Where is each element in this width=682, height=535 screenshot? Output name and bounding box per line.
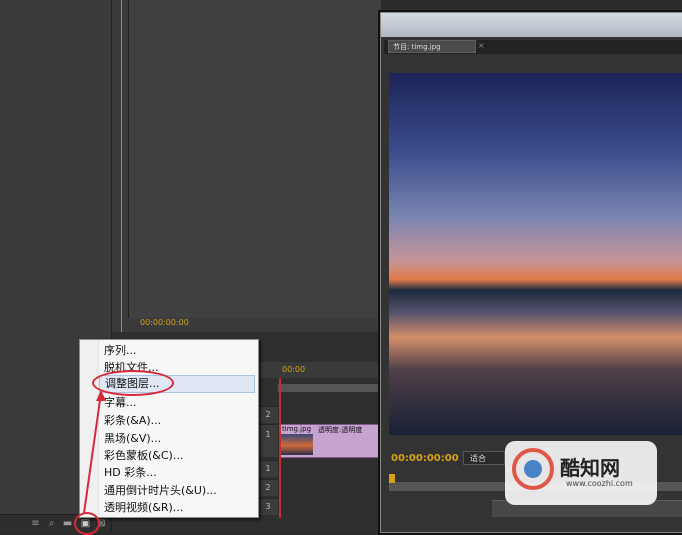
source-timecode[interactable]: 00:00:00:00 — [140, 318, 189, 327]
menu-item-countdown-leader[interactable]: 通用倒计时片头(&U)... — [99, 482, 255, 500]
annotation-circle-button — [74, 512, 100, 535]
menu-item-bars-and-tone[interactable]: 彩条(&A)... — [99, 412, 255, 430]
menu-item-title[interactable]: 字幕... — [99, 394, 255, 412]
timeline-ruler[interactable] — [278, 384, 380, 392]
menu-gutter — [80, 340, 99, 515]
close-icon[interactable]: × — [478, 41, 485, 50]
track-label[interactable]: 3 — [258, 498, 278, 515]
timeline-playhead[interactable] — [279, 378, 281, 518]
timeline-timecode[interactable]: 00:00 — [282, 365, 305, 374]
clip-name: timg.jpg — [282, 425, 312, 433]
menu-item-color-matte[interactable]: 彩色蒙板(&C)... — [99, 447, 255, 465]
menu-item-sequence[interactable]: 序列... — [99, 342, 255, 360]
clip-opacity-label: 透明度:透明度 — [318, 426, 363, 434]
watermark-url: www.coozhi.com — [566, 479, 633, 488]
timeline-header — [258, 362, 380, 378]
program-preview-image — [389, 73, 682, 435]
folder-icon[interactable]: ▬ — [61, 517, 74, 530]
menu-item-hd-bars[interactable]: HD 彩条... — [99, 464, 255, 482]
source-playhead[interactable] — [121, 0, 122, 332]
tab-program[interactable]: 节目: timg.jpg — [388, 40, 476, 53]
fit-select[interactable]: 适合 — [463, 451, 505, 465]
scrubber-playhead[interactable] — [389, 474, 395, 483]
program-timecode[interactable]: 00:00:00:00 — [391, 453, 459, 464]
search-icon[interactable]: ⌕ — [45, 517, 58, 530]
track-label[interactable]: 1 — [258, 424, 278, 457]
list-view-icon[interactable]: ≡ — [29, 517, 42, 530]
watermark-title: 酷知网 — [560, 456, 620, 480]
window-titlebar[interactable] — [381, 13, 682, 37]
clip-thumbnail — [281, 434, 313, 455]
menu-item-transparent-video[interactable]: 透明视频(&R)... — [99, 499, 255, 517]
menu-item-black-video[interactable]: 黑场(&V)... — [99, 430, 255, 448]
source-monitor-view — [128, 0, 381, 318]
track-label[interactable]: 2 — [258, 479, 278, 496]
track-label[interactable]: 1 — [258, 460, 278, 477]
watermark-logo-core — [524, 460, 542, 478]
track-label[interactable]: 2 — [258, 406, 278, 423]
annotation-circle-menu — [92, 370, 174, 396]
